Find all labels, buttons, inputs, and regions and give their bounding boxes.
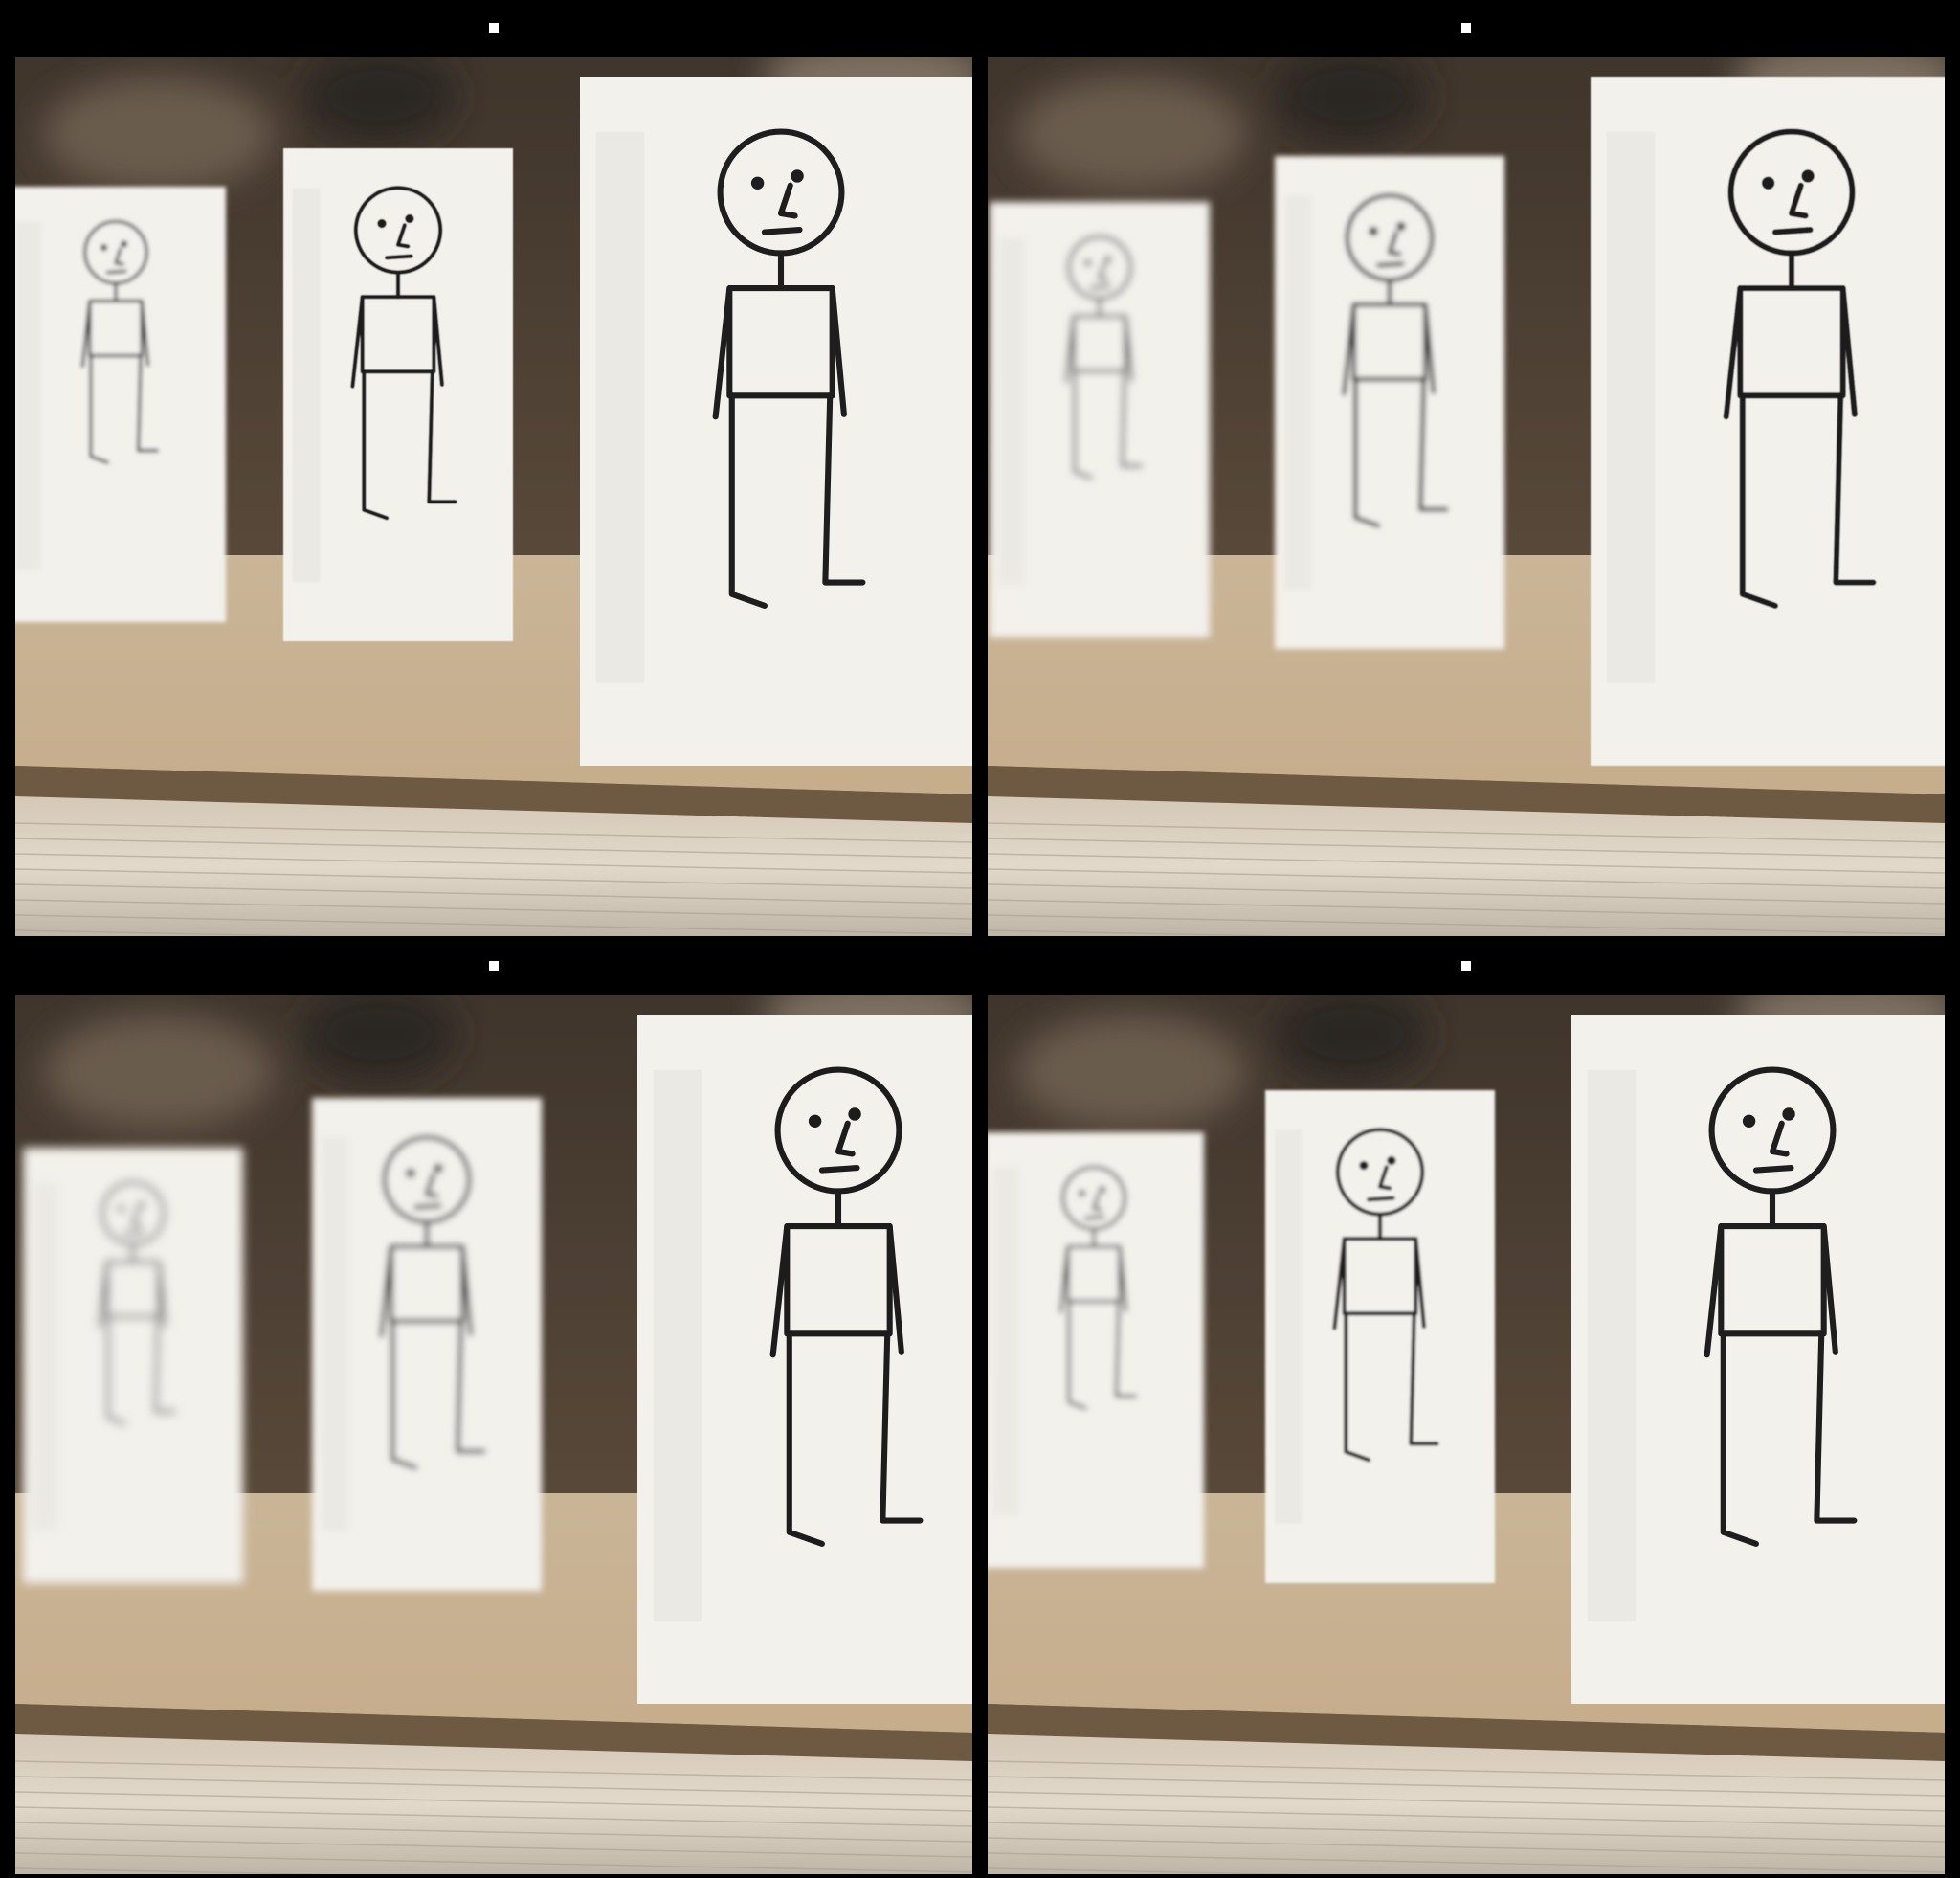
card-near [580, 77, 972, 766]
figure-eye [138, 1201, 145, 1209]
card-shade [998, 236, 1025, 586]
figure-mouth [1752, 1165, 1794, 1174]
figure-mouth [818, 1165, 860, 1174]
card-shade [1274, 1129, 1303, 1525]
card-shade [653, 1069, 702, 1621]
panel-marker [489, 23, 499, 33]
card-mid [283, 148, 513, 641]
figure-mouth [1366, 1196, 1395, 1202]
card-shade [595, 131, 645, 683]
card-shade [1606, 131, 1656, 683]
figure-mouth [105, 269, 127, 275]
figure-eye [434, 1163, 443, 1174]
figure-mouth [1375, 261, 1405, 268]
figure-eye [121, 240, 128, 248]
card-shade [321, 1137, 349, 1532]
photo-grid [0, 0, 1960, 1878]
photo-panel-top-left [15, 57, 972, 936]
scene-svg [988, 57, 1945, 936]
figure-eye [406, 1168, 415, 1178]
panel-marker [1461, 961, 1471, 971]
card-shade [1587, 1069, 1637, 1621]
figure-mouth [122, 1230, 145, 1236]
scene-svg [15, 995, 972, 1874]
card-shade [32, 1182, 58, 1531]
figure-eye [1742, 1114, 1756, 1128]
figure-mouth [1771, 227, 1814, 235]
card-far [988, 1132, 1204, 1568]
card-near [1591, 77, 1945, 766]
photo-panel-bottom-left [15, 995, 972, 1874]
card-shade [992, 1167, 1019, 1516]
card-mid [1275, 156, 1504, 649]
figure-eye [118, 1205, 125, 1213]
photo-panel-bottom-right [988, 995, 1945, 1874]
card-mid [1265, 1090, 1495, 1583]
figure-eye [1084, 259, 1092, 267]
figure-eye [1801, 169, 1815, 183]
figure-eye [1782, 1107, 1795, 1121]
figure-eye [100, 244, 108, 252]
figure-eye [1359, 1160, 1369, 1171]
figure-mouth [1083, 1215, 1105, 1220]
card-far [15, 187, 226, 622]
panel-marker [1461, 23, 1471, 33]
figure-mouth [761, 227, 803, 235]
scene-svg [15, 57, 972, 936]
figure-eye [848, 1107, 861, 1121]
figure-eye [1369, 226, 1378, 236]
figure-eye [808, 1114, 822, 1128]
figure-mouth [412, 1203, 442, 1210]
paper-card [988, 1132, 1204, 1568]
scene-svg [988, 995, 1945, 1874]
card-far [23, 1148, 243, 1583]
panel-marker [489, 961, 499, 971]
card-shade [1283, 195, 1312, 591]
figure-mouth [1089, 284, 1111, 290]
card-near [1571, 1015, 1945, 1704]
figure-eye [1761, 176, 1775, 190]
figure-eye [1104, 256, 1112, 263]
figure-eye [791, 169, 804, 183]
figure-eye [750, 176, 765, 190]
figure-eye [405, 213, 414, 224]
figure-mouth [384, 254, 413, 260]
photo-panel-top-right [988, 57, 1945, 936]
figure-eye [1387, 1155, 1396, 1166]
card-shade [15, 221, 41, 570]
card-shade [292, 188, 321, 583]
figure-eye [377, 218, 387, 229]
figure-eye [1396, 221, 1406, 232]
figure-eye [1099, 1186, 1106, 1194]
card-far [990, 202, 1210, 637]
card-near [637, 1015, 972, 1704]
card-mid [312, 1098, 542, 1591]
figure-eye [1079, 1190, 1086, 1197]
